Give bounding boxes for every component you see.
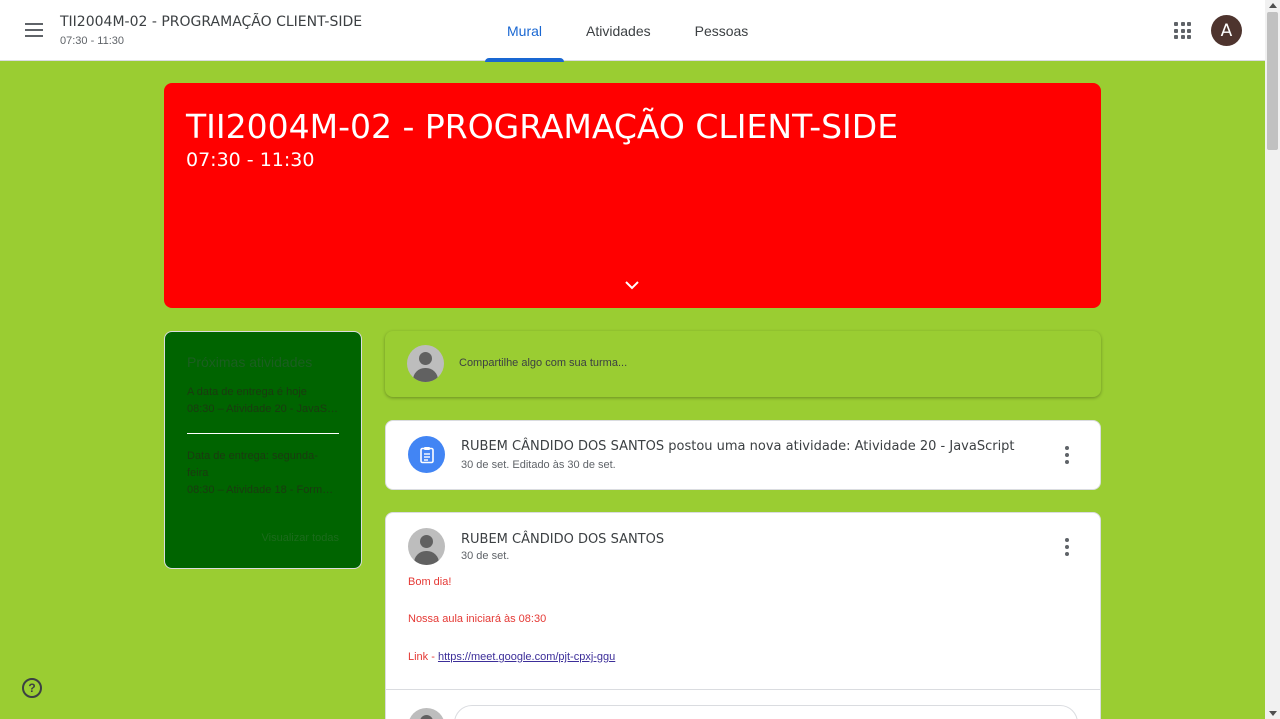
share-with-class-box[interactable]: Compartilhe algo com sua turma...: [385, 331, 1101, 397]
view-all-link[interactable]: Visualizar todas: [262, 532, 339, 544]
upcoming-due: A data de entrega é hoje: [187, 386, 307, 398]
post-text: Nossa aula iniciará às 08:30: [408, 613, 547, 625]
meet-link[interactable]: https://meet.google.com/pjt-cpxj-ggu: [438, 651, 615, 663]
upcoming-due: Data de entrega: segunda-feira: [187, 450, 318, 479]
help-icon[interactable]: ?: [22, 678, 42, 698]
assignment-post-card[interactable]: RUBEM CÂNDIDO DOS SANTOS postou uma nova…: [385, 420, 1101, 490]
class-title[interactable]: TII2004M-02 - PROGRAMAÇÃO CLIENT-SIDE: [60, 14, 362, 30]
upcoming-item[interactable]: A data de entrega é hoje 08:30 – Ativida…: [187, 384, 339, 418]
page-scrollbar[interactable]: [1265, 0, 1280, 719]
upcoming-activities-card: Próximas atividades A data de entrega é …: [164, 331, 362, 569]
upcoming-item[interactable]: Data de entrega: segunda-feira 08:30 – A…: [187, 448, 339, 499]
post-link-line: Link - https://meet.google.com/pjt-cpxj-…: [408, 651, 615, 663]
avatar: [408, 528, 445, 565]
post-divider: [386, 689, 1100, 690]
post-date: 30 de set.: [461, 550, 510, 562]
scrollbar-thumb[interactable]: [1267, 12, 1278, 150]
comment-input[interactable]: [454, 705, 1078, 719]
class-tabs: Mural Atividades Pessoas: [485, 0, 771, 62]
banner-title: TII2004M-02 - PROGRAMAÇÃO CLIENT-SIDE: [186, 107, 899, 146]
upcoming-activity-link[interactable]: 08:30 – Atividade 18 - Formulários: [187, 482, 339, 499]
upcoming-divider: [187, 433, 339, 434]
top-app-bar: TII2004M-02 - PROGRAMAÇÃO CLIENT-SIDE 07…: [0, 0, 1265, 62]
account-avatar[interactable]: A: [1211, 15, 1242, 46]
class-banner: TII2004M-02 - PROGRAMAÇÃO CLIENT-SIDE 07…: [164, 83, 1101, 308]
google-apps-grid-icon[interactable]: [1170, 18, 1194, 42]
more-options-icon[interactable]: [1055, 443, 1079, 467]
avatar: [408, 708, 445, 719]
post-text: Bom dia!: [408, 576, 452, 588]
more-options-icon[interactable]: [1055, 535, 1079, 559]
assignment-post-meta: 30 de set. Editado às 30 de set.: [461, 459, 616, 471]
scroll-down-arrow-icon[interactable]: [1269, 711, 1277, 716]
class-time: 07:30 - 11:30: [60, 35, 125, 47]
tab-pessoas[interactable]: Pessoas: [673, 0, 771, 61]
tab-mural[interactable]: Mural: [485, 0, 565, 62]
post-author: RUBEM CÂNDIDO DOS SANTOS: [461, 532, 665, 547]
upcoming-activity-link[interactable]: 08:30 – Atividade 20 - JavaScript: [187, 401, 339, 418]
upcoming-title: Próximas atividades: [187, 354, 313, 370]
tab-atividades[interactable]: Atividades: [564, 0, 673, 61]
avatar: [407, 345, 444, 382]
announcement-post-card: RUBEM CÂNDIDO DOS SANTOS 30 de set. Bom …: [385, 512, 1101, 719]
assignment-icon: [408, 436, 445, 473]
hamburger-menu-icon[interactable]: [18, 14, 50, 46]
chevron-down-icon[interactable]: [622, 275, 642, 295]
banner-subtitle: 07:30 - 11:30: [186, 149, 315, 171]
post-link-prefix: Link -: [408, 651, 438, 663]
assignment-post-title[interactable]: RUBEM CÂNDIDO DOS SANTOS postou uma nova…: [461, 439, 1015, 454]
share-placeholder[interactable]: Compartilhe algo com sua turma...: [459, 357, 627, 369]
scroll-up-arrow-icon[interactable]: [1269, 3, 1277, 8]
